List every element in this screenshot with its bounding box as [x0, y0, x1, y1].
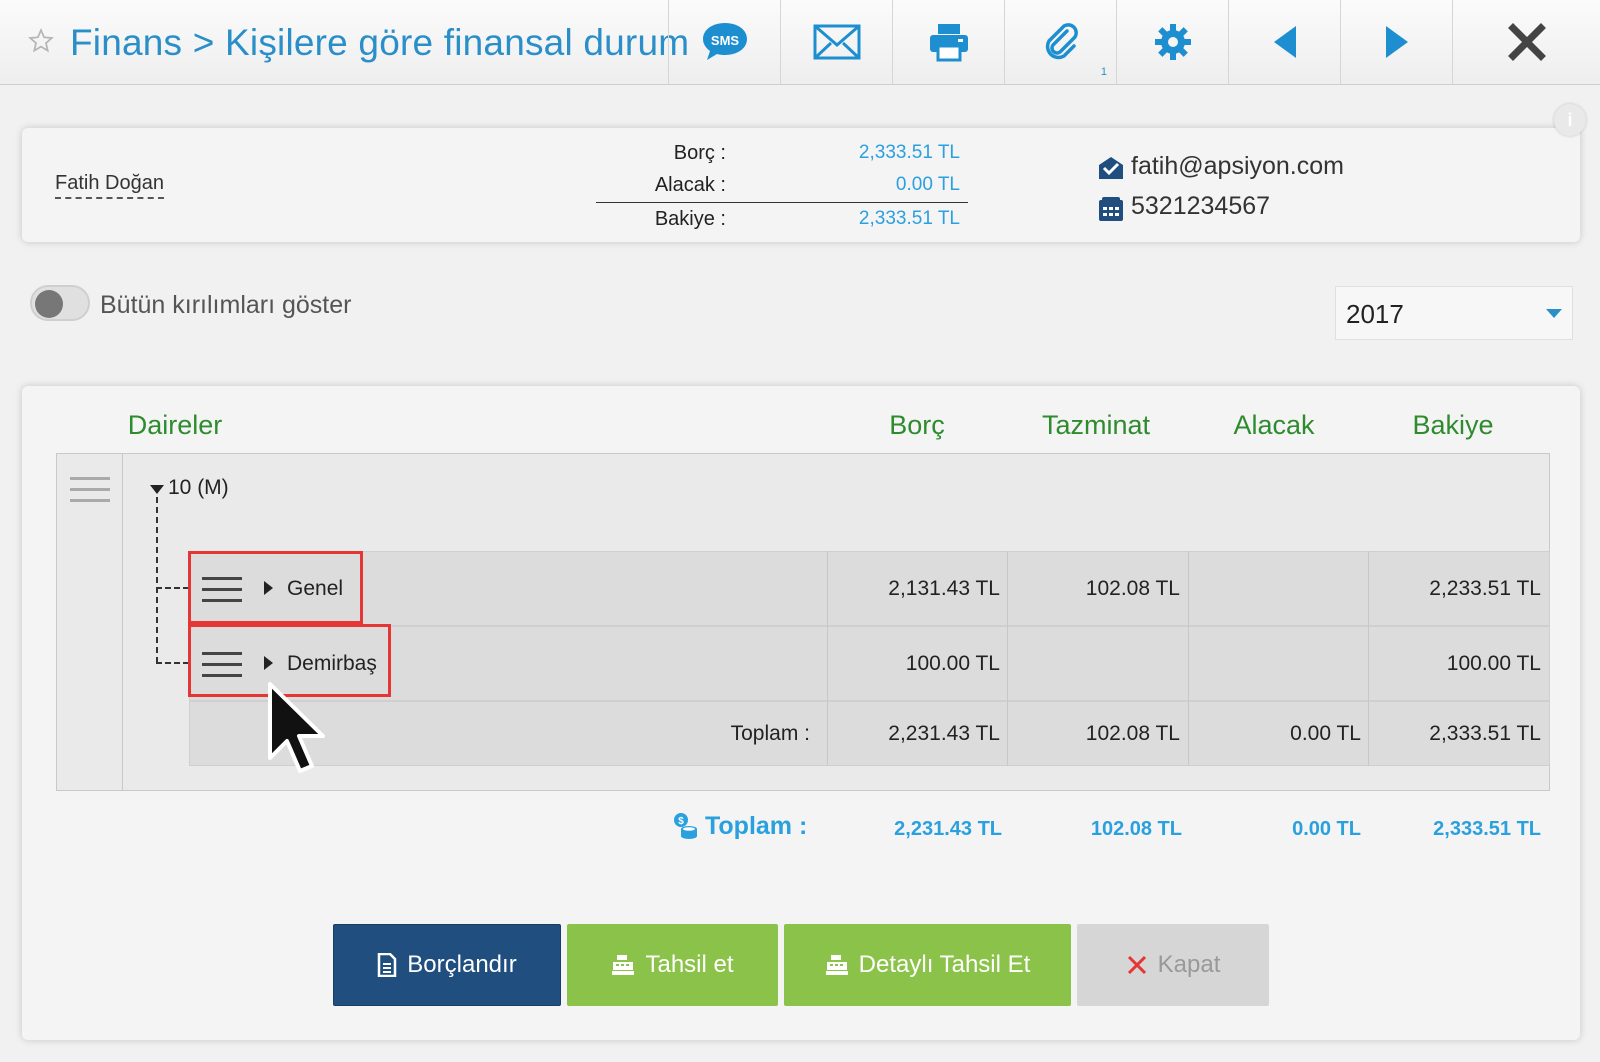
subtotal-alacak: 0.00 TL: [1290, 722, 1361, 745]
highlight-box: [188, 551, 363, 624]
tree-root-node[interactable]: 10 (M): [168, 476, 229, 500]
tree-connector: [156, 587, 189, 589]
tahsil-et-button[interactable]: Tahsil et: [567, 924, 778, 1006]
bakiye-label: Bakiye :: [654, 208, 726, 230]
column-header-daireler: Daireler: [127, 410, 223, 440]
settings-button[interactable]: [1116, 0, 1229, 84]
kapat-button[interactable]: Kapat: [1077, 924, 1269, 1006]
close-icon: [1127, 955, 1146, 975]
email-icon: [1099, 157, 1123, 179]
year-select[interactable]: 2017: [1335, 286, 1573, 340]
year-value: 2017: [1346, 299, 1404, 329]
grand-total-alacak: 0.00 TL: [1292, 818, 1361, 840]
paperclip-icon: [1045, 23, 1078, 60]
mail-icon: [813, 24, 861, 60]
cell-bakiye: 100.00 TL: [1446, 652, 1541, 675]
summary-divider: [596, 202, 968, 203]
cell-borc: 2,131.43 TL: [888, 577, 1000, 600]
phone-icon: [1099, 197, 1123, 221]
cell-tazminat: 102.08 TL: [1085, 577, 1180, 600]
toggle-label: Bütün kırılımları göster: [100, 291, 352, 319]
page-title: Finans > Kişilere göre finansal durum: [70, 22, 690, 63]
column-header-bakiye: Bakiye: [1412, 410, 1494, 440]
kapat-label: Kapat: [1157, 951, 1221, 978]
tree-gutter: [56, 453, 123, 791]
chevron-down-icon: [1546, 309, 1562, 318]
tree-connector: [156, 662, 189, 664]
attachment-button[interactable]: 1: [1004, 0, 1117, 84]
cash-register-icon: [612, 955, 635, 975]
highlight-box: [188, 624, 391, 697]
borc-value: 2,333.51 TL: [858, 142, 960, 163]
sms-icon: SMS: [703, 23, 747, 60]
column-divider: [827, 551, 828, 766]
column-divider: [1007, 551, 1008, 766]
column-header-alacak: Alacak: [1233, 410, 1315, 440]
top-bar: Finans > Kişilere göre finansal durum SM…: [0, 0, 1600, 85]
close-icon: [1508, 23, 1546, 61]
svg-text:SMS: SMS: [711, 33, 740, 48]
tahsil-et-label: Tahsil et: [645, 951, 734, 978]
grand-total-label: Toplam :: [705, 812, 808, 840]
grand-total-bakiye: 2,333.51 TL: [1433, 818, 1541, 840]
detayli-tahsil-et-button[interactable]: Detaylı Tahsil Et: [784, 924, 1071, 1006]
attachment-count: 1: [1100, 66, 1107, 78]
subtotal-borc: 2,231.43 TL: [888, 722, 1000, 745]
cell-borc: 100.00 TL: [905, 652, 1000, 675]
print-icon: [930, 24, 968, 62]
person-name-link[interactable]: Fatih Doğan: [55, 172, 164, 199]
next-button[interactable]: [1340, 0, 1453, 84]
grand-total-tazminat: 102.08 TL: [1090, 818, 1182, 840]
alacak-value: 0.00 TL: [895, 174, 960, 195]
subtotal-label: Toplam :: [730, 722, 810, 745]
email-address[interactable]: fatih@apsiyon.com: [1131, 152, 1344, 181]
star-icon[interactable]: [28, 28, 54, 54]
column-header-borc: Borç: [889, 410, 945, 440]
cell-bakiye: 2,233.51 TL: [1429, 577, 1541, 600]
svg-text:$: $: [678, 816, 684, 827]
previous-button[interactable]: [1228, 0, 1341, 84]
column-divider: [1188, 551, 1189, 766]
column-divider: [1368, 551, 1369, 766]
next-icon: [1386, 26, 1408, 58]
alacak-label: Alacak :: [654, 174, 726, 196]
info-icon[interactable]: i: [1554, 104, 1586, 136]
sms-button[interactable]: SMS: [668, 0, 781, 84]
grand-total-borc: 2,231.43 TL: [894, 818, 1002, 840]
phone-number[interactable]: 5321234567: [1131, 192, 1270, 221]
bakiye-value: 2,333.51 TL: [858, 208, 960, 229]
gear-icon: [1155, 24, 1191, 60]
show-all-breakdowns-toggle[interactable]: [30, 285, 90, 321]
column-header-tazminat: Tazminat: [1041, 410, 1151, 440]
close-button[interactable]: [1452, 0, 1600, 84]
toggle-knob: [35, 290, 63, 318]
subtotal-tazminat: 102.08 TL: [1085, 722, 1180, 745]
borclandir-label: Borçlandır: [407, 951, 517, 978]
coins-icon: $: [674, 813, 697, 839]
document-icon: [378, 953, 397, 977]
borclandir-button[interactable]: Borçlandır: [333, 924, 561, 1006]
root-menu-icon[interactable]: [70, 477, 110, 503]
collapse-caret-icon[interactable]: [150, 485, 164, 494]
print-button[interactable]: [892, 0, 1005, 84]
mail-button[interactable]: [780, 0, 893, 84]
tree-connector: [156, 497, 158, 663]
subtotal-bakiye: 2,333.51 TL: [1429, 722, 1541, 745]
cash-register-icon: [825, 955, 848, 975]
borc-label: Borç :: [673, 142, 726, 164]
prev-icon: [1274, 26, 1296, 58]
detayli-tahsil-et-label: Detaylı Tahsil Et: [858, 951, 1031, 978]
